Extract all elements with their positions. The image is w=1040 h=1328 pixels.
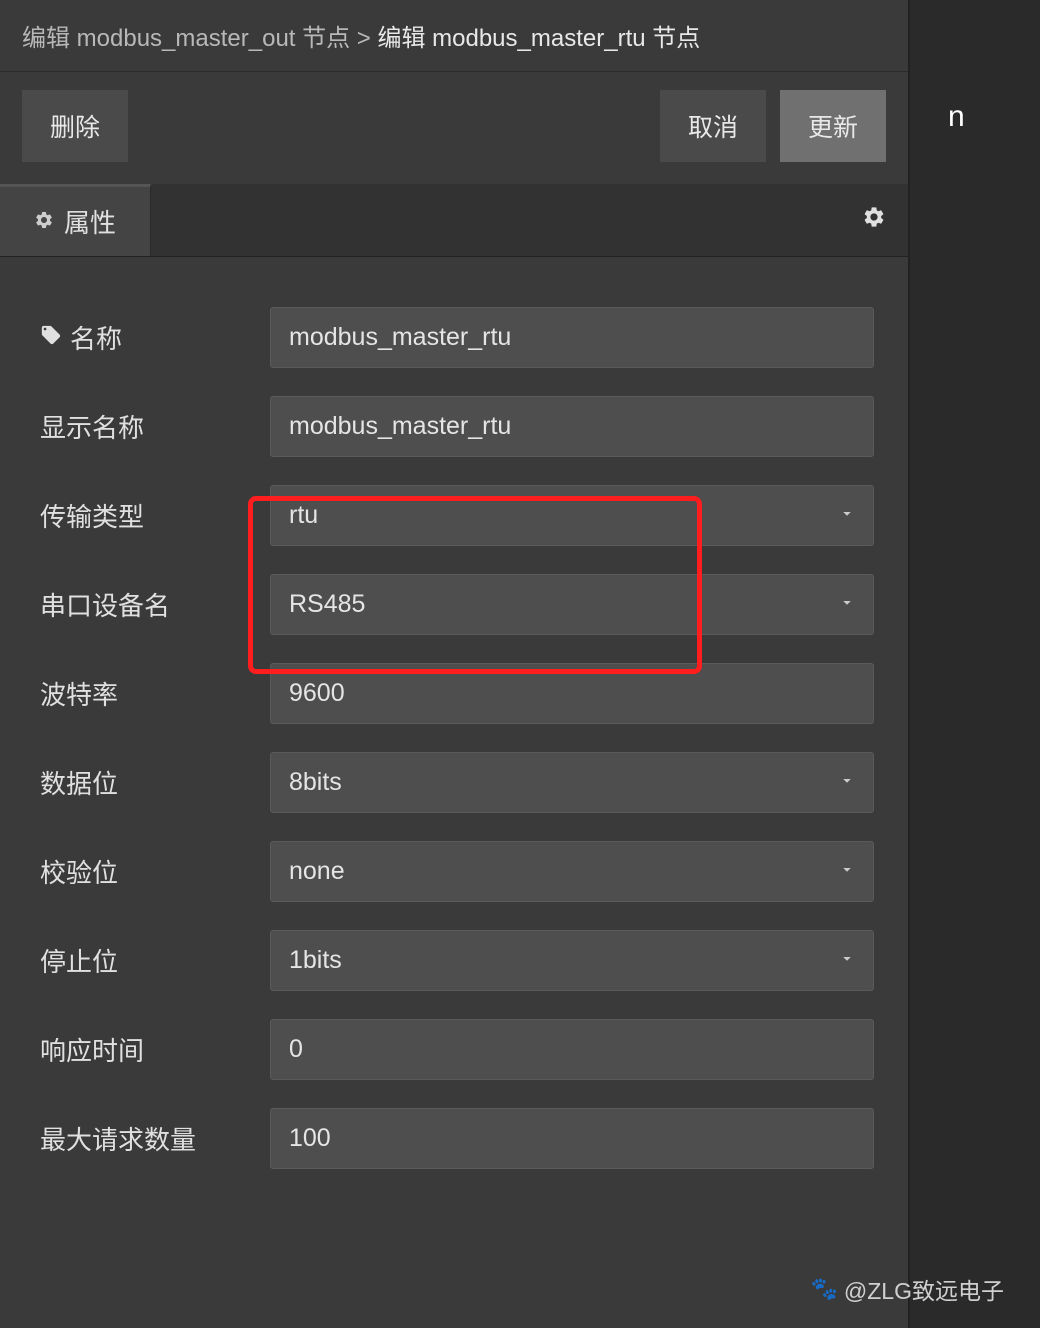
- max-requests-input[interactable]: [270, 1108, 874, 1169]
- form-row-parity: 校验位 none: [40, 841, 874, 902]
- transport-type-select[interactable]: rtu: [270, 485, 874, 546]
- breadcrumb: 编辑 modbus_master_out 节点 > 编辑 modbus_mast…: [0, 0, 908, 72]
- delete-button[interactable]: 删除: [22, 90, 128, 162]
- form-row-max-requests: 最大请求数量: [40, 1108, 874, 1169]
- data-bits-label: 数据位: [40, 764, 118, 801]
- form-row-baud-rate: 波特率: [40, 663, 874, 724]
- response-time-input[interactable]: [270, 1019, 874, 1080]
- watermark-text: @ZLG致远电子: [844, 1272, 1004, 1306]
- serial-device-select[interactable]: RS485: [270, 574, 874, 635]
- baud-rate-input[interactable]: [270, 663, 874, 724]
- gear-icon: [34, 206, 54, 237]
- display-name-input[interactable]: [270, 396, 874, 457]
- form-row-serial-device: 串口设备名 RS485: [40, 574, 874, 635]
- update-button[interactable]: 更新: [780, 90, 886, 162]
- form-row-transport-type: 传输类型 rtu: [40, 485, 874, 546]
- transport-type-label: 传输类型: [40, 497, 144, 534]
- form-row-stop-bits: 停止位 1bits: [40, 930, 874, 991]
- tab-label: 属性: [64, 203, 116, 240]
- max-requests-label: 最大请求数量: [40, 1120, 196, 1157]
- settings-button[interactable]: [840, 191, 908, 250]
- form-body: 名称 显示名称 传输类型 rtu 串口设备名: [0, 257, 908, 1217]
- parity-select[interactable]: none: [270, 841, 874, 902]
- breadcrumb-current: 编辑 modbus_master_rtu 节点: [377, 25, 700, 52]
- stop-bits-label: 停止位: [40, 942, 118, 979]
- response-time-label: 响应时间: [40, 1031, 144, 1068]
- stop-bits-select[interactable]: 1bits: [270, 930, 874, 991]
- name-input[interactable]: [270, 307, 874, 368]
- right-panel-clip: n: [912, 0, 1040, 1328]
- cancel-button[interactable]: 取消: [660, 90, 766, 162]
- display-name-label: 显示名称: [40, 408, 144, 445]
- form-row-response-time: 响应时间: [40, 1019, 874, 1080]
- form-row-display-name: 显示名称: [40, 396, 874, 457]
- tab-properties[interactable]: 属性: [0, 184, 151, 256]
- tabs-row: 属性: [0, 184, 908, 257]
- breadcrumb-separator: >: [357, 25, 371, 52]
- data-bits-select[interactable]: 8bits: [270, 752, 874, 813]
- breadcrumb-parent[interactable]: 编辑 modbus_master_out 节点: [22, 25, 350, 52]
- name-label: 名称: [70, 319, 122, 356]
- serial-device-label: 串口设备名: [40, 586, 170, 623]
- form-row-data-bits: 数据位 8bits: [40, 752, 874, 813]
- parity-label: 校验位: [40, 853, 118, 890]
- paw-icon: 🐾: [811, 1276, 838, 1302]
- form-row-name: 名称: [40, 307, 874, 368]
- baud-rate-label: 波特率: [40, 675, 118, 712]
- watermark: 🐾 @ZLG致远电子: [811, 1272, 1005, 1306]
- toolbar: 删除 取消 更新: [0, 72, 908, 184]
- tag-icon: [40, 322, 62, 353]
